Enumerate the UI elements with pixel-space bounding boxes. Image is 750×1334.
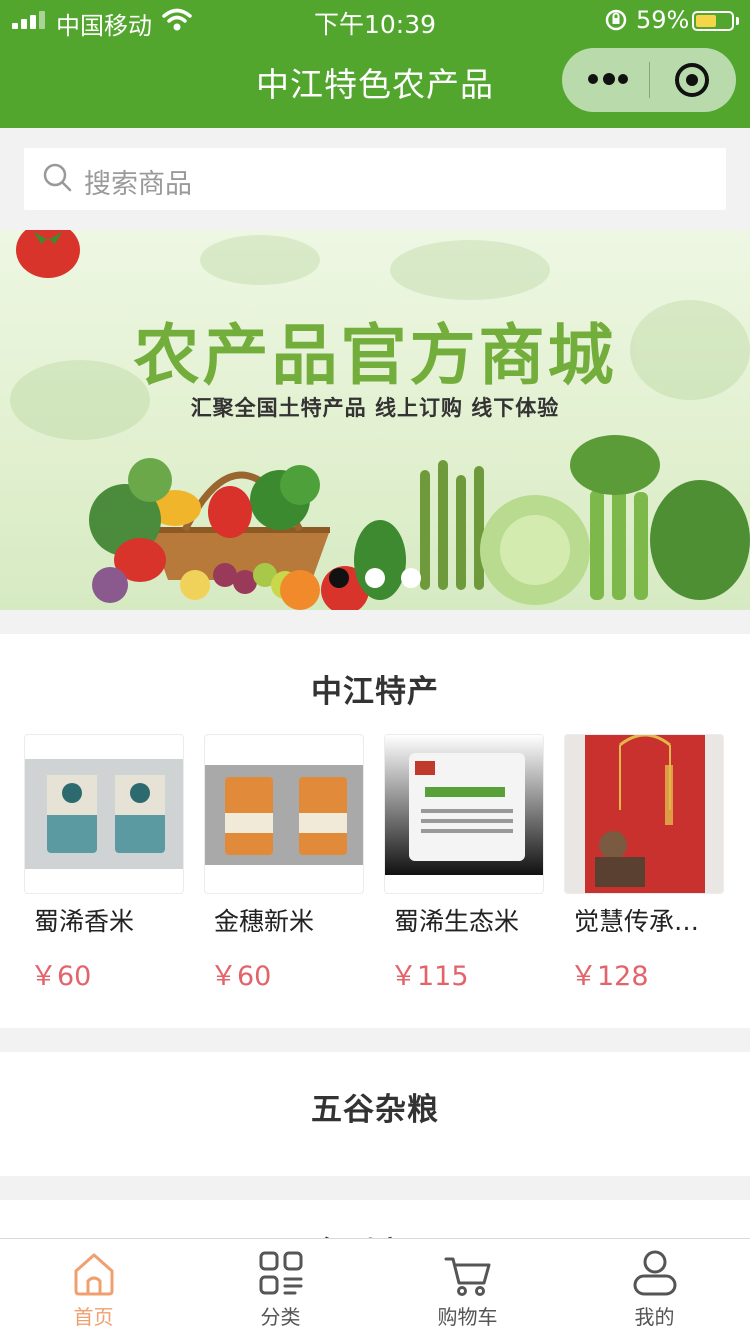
app-header: 中国移动 下午10:39 59% 中江特色农产品 [0,0,750,128]
mini-program-capsule [562,48,736,112]
product-name: 觉慧传承… [574,907,700,936]
tab-bar: 首页 分类 购物车 我的 [0,1238,750,1334]
search-placeholder: 搜索商品 [84,169,192,200]
battery-icon [692,11,734,31]
carousel-dot[interactable] [329,568,349,588]
capsule-divider [649,62,650,98]
battery-level [696,15,716,27]
tab-home[interactable]: 首页 [0,1239,187,1334]
product-image [204,734,364,894]
product-card[interactable]: 蜀浠香米 ￥60 [24,734,184,994]
product-price: ￥128 [570,961,649,992]
section-title: 中江特产 [311,674,439,710]
tab-label: 我的 [634,1305,675,1329]
product-name: 蜀浠生态米 [394,907,520,936]
product-price: ￥115 [390,961,469,992]
section-grains: 五谷杂粮 [0,1052,750,1176]
status-bar: 中国移动 下午10:39 59% [0,0,750,40]
banner-subtitle: 汇聚全国土特产品 线上订购 线下体验 [190,396,560,420]
carousel-dot[interactable] [401,568,421,588]
tab-label: 首页 [73,1305,114,1329]
product-card[interactable]: 蜀浠生态米 ￥115 [384,734,544,994]
home-icon [74,1253,114,1296]
category-icon [259,1251,303,1295]
search-icon [43,163,72,192]
battery-percent: 59% [636,6,690,34]
carousel-dot[interactable] [365,568,385,588]
product-name: 金穗新米 [214,907,315,936]
battery-tip [736,17,739,25]
tab-label: 分类 [260,1305,301,1329]
target-icon[interactable] [675,63,709,97]
section-specialties: 中江特产 蜀浠香米 ￥60 金穗新米 ￥60 蜀浠生态米 ￥115 觉慧传承… … [0,634,750,1028]
product-price: ￥60 [210,961,272,992]
tab-cart[interactable]: 购物车 [374,1239,561,1334]
cart-icon [444,1257,491,1296]
product-image [384,734,544,894]
rotation-lock-icon [605,9,627,31]
carousel-indicator [329,568,429,588]
product-name: 蜀浠香米 [34,907,135,936]
product-price: ￥60 [30,961,92,992]
banner-title: 农产品官方商城 [133,316,617,394]
product-image [24,734,184,894]
search-input[interactable]: 搜索商品 [24,148,726,210]
tab-category[interactable]: 分类 [187,1239,374,1334]
product-card[interactable]: 金穗新米 ￥60 [204,734,364,994]
banner-carousel[interactable]: 农产品官方商城 汇聚全国土特产品 线上订购 线下体验 [0,230,750,610]
tab-profile[interactable]: 我的 [561,1239,748,1334]
more-icon[interactable] [588,73,628,86]
product-image [564,734,724,894]
tab-label: 购物车 [437,1305,498,1329]
user-icon [633,1250,677,1296]
product-card[interactable]: 觉慧传承… ￥128 [564,734,724,994]
section-title: 五谷杂粮 [311,1092,439,1128]
